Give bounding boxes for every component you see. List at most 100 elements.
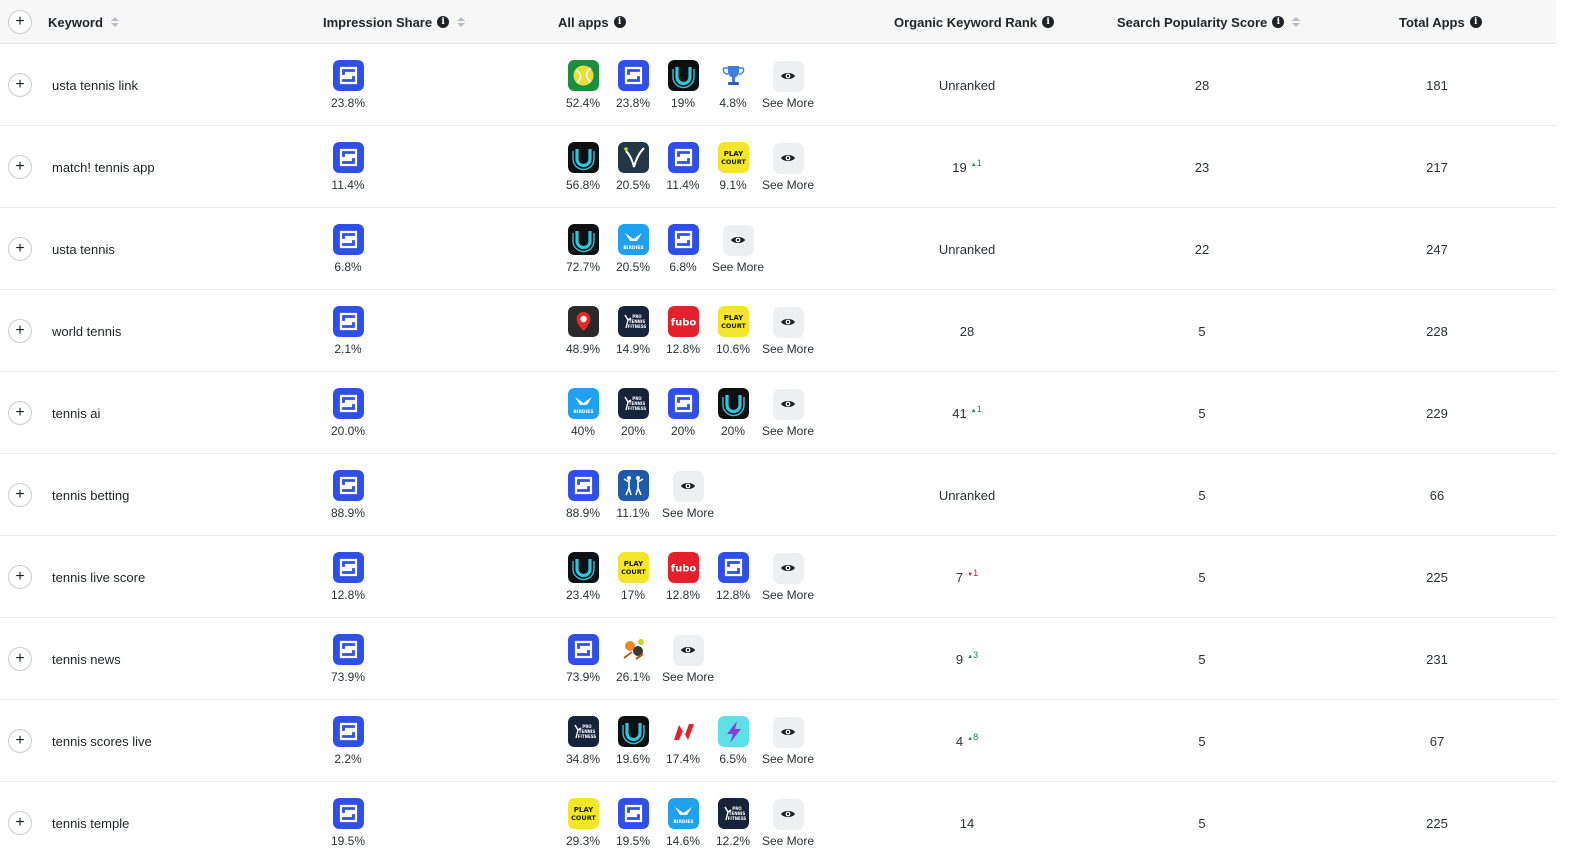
- keyword-text[interactable]: tennis ai: [52, 372, 100, 454]
- app-entry[interactable]: 48.9%: [558, 306, 608, 356]
- app-entry[interactable]: 56.8%: [558, 142, 608, 192]
- pro-tennis-fitness-app-icon[interactable]: PRO TENNIS FITNESS: [717, 798, 749, 829]
- eye-icon[interactable]: [672, 634, 704, 666]
- s-logo-app-icon[interactable]: [332, 60, 364, 91]
- eye-icon[interactable]: [772, 552, 804, 584]
- eye-icon[interactable]: [772, 306, 804, 338]
- app-entry[interactable]: 6.8%: [658, 224, 708, 274]
- app-entry[interactable]: BIRDIES 40%: [558, 388, 608, 438]
- u-logo-app-icon[interactable]: [717, 388, 749, 419]
- s-logo-app-icon[interactable]: [332, 552, 364, 583]
- keyword-column-header[interactable]: Keyword: [48, 0, 119, 44]
- app-entry[interactable]: PLAY COURT 29.3%: [558, 798, 608, 848]
- app-entry[interactable]: 20%: [708, 388, 758, 438]
- app-entry[interactable]: PLAY COURT 9.1%: [708, 142, 758, 192]
- s-logo-app-icon[interactable]: [717, 552, 749, 583]
- see-more-button[interactable]: See More: [658, 470, 718, 520]
- map-pin-app-icon[interactable]: [567, 306, 599, 337]
- eye-icon[interactable]: [772, 142, 804, 174]
- table-row[interactable]: + tennis live score 12.8% 23.4% PLAY COUR…: [0, 536, 1556, 618]
- keyword-text[interactable]: tennis betting: [52, 454, 129, 536]
- app-entry[interactable]: PRO TENNIS FITNESS 12.2%: [708, 798, 758, 848]
- expand-row-button[interactable]: +: [8, 647, 32, 671]
- fubo-app-icon[interactable]: fubo: [667, 552, 699, 583]
- eye-icon[interactable]: [772, 388, 804, 420]
- expand-row-button[interactable]: +: [8, 237, 32, 261]
- expand-all-button[interactable]: +: [8, 10, 32, 34]
- table-row[interactable]: + world tennis 2.1% 48.9% PRO TENNIS FITNE…: [0, 290, 1556, 372]
- see-more-button[interactable]: See More: [758, 716, 818, 766]
- play-your-court-app-icon[interactable]: PLAY COURT: [717, 142, 749, 173]
- see-more-button[interactable]: See More: [758, 60, 818, 110]
- birdies-app-icon[interactable]: BIRDIES: [617, 224, 649, 255]
- see-more-button[interactable]: See More: [758, 306, 818, 356]
- app-entry[interactable]: 19.5%: [608, 798, 658, 848]
- s-logo-app-icon[interactable]: [332, 224, 364, 255]
- eye-icon[interactable]: [772, 60, 804, 92]
- v-swoosh-app-icon[interactable]: [617, 142, 649, 173]
- app-entry[interactable]: 20.5%: [608, 142, 658, 192]
- expand-row-button[interactable]: +: [8, 155, 32, 179]
- app-entry[interactable]: 52.4%: [558, 60, 608, 110]
- app-entry[interactable]: 88.9%: [558, 470, 608, 520]
- s-logo-app-icon[interactable]: [332, 470, 364, 501]
- popularity-column-header[interactable]: Search Popularity Score i: [1117, 0, 1301, 44]
- s-logo-app-icon[interactable]: [332, 388, 364, 419]
- keyword-text[interactable]: usta tennis: [52, 208, 115, 290]
- table-row[interactable]: + tennis scores live 2.2% PRO TENNIS FITNE…: [0, 700, 1556, 782]
- tennis-players-app-icon[interactable]: [617, 470, 649, 501]
- u-logo-app-icon[interactable]: [567, 224, 599, 255]
- play-your-court-app-icon[interactable]: PLAY COURT: [567, 798, 599, 829]
- keyword-text[interactable]: usta tennis link: [52, 44, 138, 126]
- info-icon[interactable]: i: [437, 16, 450, 28]
- app-entry[interactable]: 6.5%: [708, 716, 758, 766]
- app-entry[interactable]: BIRDIES 14.6%: [658, 798, 708, 848]
- eye-icon[interactable]: [722, 224, 754, 256]
- s-logo-app-icon[interactable]: [567, 634, 599, 665]
- u-logo-app-icon[interactable]: [567, 552, 599, 583]
- expand-row-button[interactable]: +: [8, 729, 32, 753]
- info-icon[interactable]: i: [613, 16, 626, 28]
- s-logo-app-icon[interactable]: [617, 798, 649, 829]
- sort-icon[interactable]: [457, 17, 466, 27]
- app-entry[interactable]: 23.4%: [558, 552, 608, 602]
- info-icon[interactable]: i: [1272, 16, 1285, 28]
- see-more-button[interactable]: See More: [758, 142, 818, 192]
- s-logo-app-icon[interactable]: [332, 798, 364, 829]
- keyword-text[interactable]: tennis news: [52, 618, 121, 700]
- cartoon-tennis-app-icon[interactable]: [617, 634, 649, 665]
- s-logo-app-icon[interactable]: [332, 142, 364, 173]
- play-your-court-app-icon[interactable]: PLAY COURT: [717, 306, 749, 337]
- eye-icon[interactable]: [672, 470, 704, 502]
- pro-tennis-fitness-app-icon[interactable]: PRO TENNIS FITNESS: [617, 388, 649, 419]
- expand-row-button[interactable]: +: [8, 73, 32, 97]
- expand-row-button[interactable]: +: [8, 483, 32, 507]
- lightning-app-icon[interactable]: [717, 716, 749, 747]
- app-entry[interactable]: 23.8%: [608, 60, 658, 110]
- see-more-button[interactable]: See More: [758, 552, 818, 602]
- app-entry[interactable]: 17.4%: [658, 716, 708, 766]
- table-row[interactable]: + usta tennis link 23.8% 52.4% 23.8% 19%…: [0, 44, 1556, 126]
- play-your-court-app-icon[interactable]: PLAY COURT: [617, 552, 649, 583]
- app-entry[interactable]: 20%: [658, 388, 708, 438]
- info-icon[interactable]: i: [1469, 16, 1482, 28]
- app-entry[interactable]: PLAY COURT 17%: [608, 552, 658, 602]
- eye-icon[interactable]: [772, 798, 804, 830]
- app-entry[interactable]: 4.8%: [708, 60, 758, 110]
- see-more-button[interactable]: See More: [758, 388, 818, 438]
- keyword-text[interactable]: tennis scores live: [52, 700, 152, 782]
- app-entry[interactable]: 11.1%: [608, 470, 658, 520]
- tennis-ball-app-icon[interactable]: [567, 60, 599, 91]
- expand-row-button[interactable]: +: [8, 565, 32, 589]
- s-logo-app-icon[interactable]: [667, 224, 699, 255]
- see-more-button[interactable]: See More: [658, 634, 718, 684]
- impression-share-column-header[interactable]: Impression Share i: [323, 0, 466, 44]
- u-logo-app-icon[interactable]: [667, 60, 699, 91]
- app-entry[interactable]: 19.6%: [608, 716, 658, 766]
- info-icon[interactable]: i: [1042, 16, 1055, 28]
- app-entry[interactable]: PRO TENNIS FITNESS 14.9%: [608, 306, 658, 356]
- sort-icon[interactable]: [110, 17, 119, 27]
- app-entry[interactable]: PRO TENNIS FITNESS 20%: [608, 388, 658, 438]
- sort-icon[interactable]: [1292, 17, 1301, 27]
- app-entry[interactable]: fubo 12.8%: [658, 552, 708, 602]
